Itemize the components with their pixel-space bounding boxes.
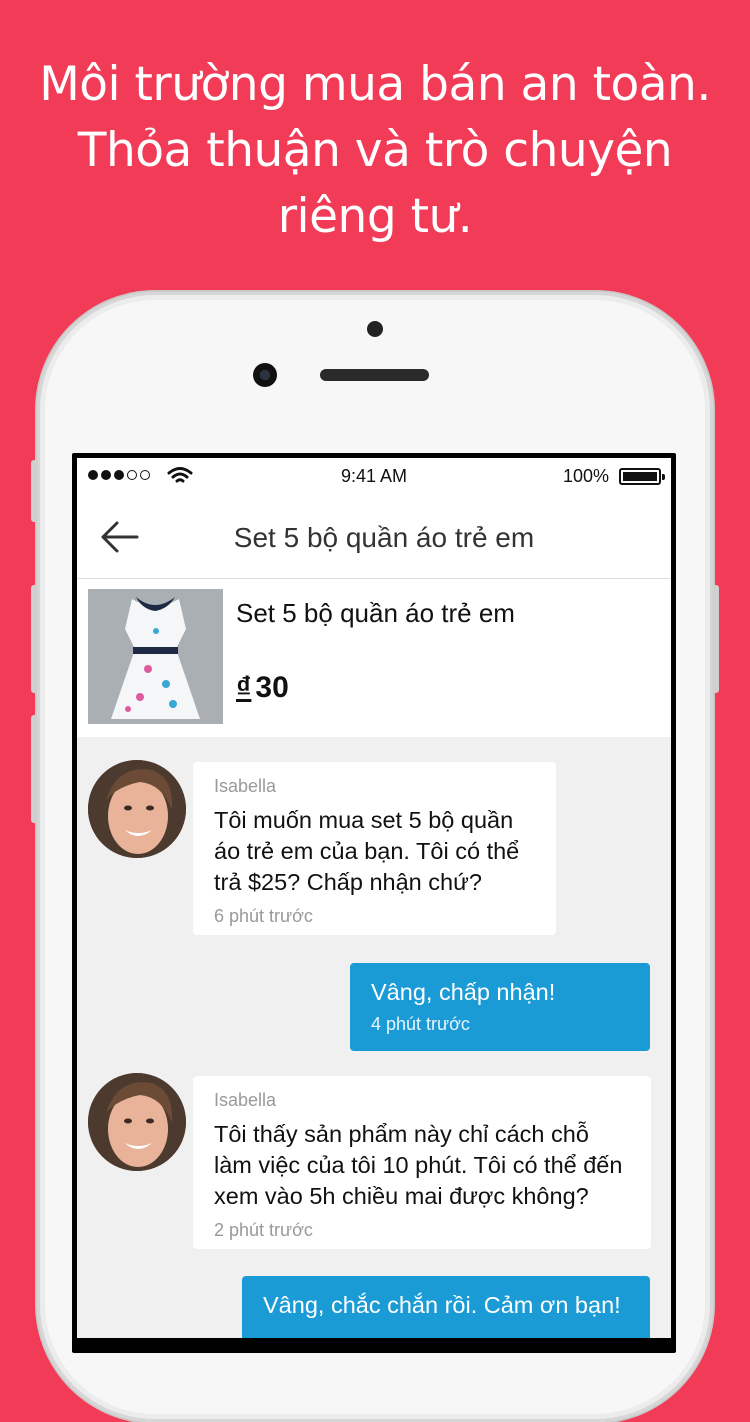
earpiece-speaker [320,369,429,381]
phone-volume-up [31,585,38,693]
headline-line-2: Thỏa thuận và trò chuyện [77,123,673,178]
phone-side-button [31,460,38,522]
outgoing-message: Vâng, chấp nhận! 4 phút trước [350,963,650,1051]
phone-power-button [712,585,719,693]
headline-line-3: riêng tư. [277,189,473,244]
message-sender: Isabella [214,1090,277,1110]
battery-icon [619,468,665,485]
product-card[interactable]: Set 5 bộ quần áo trẻ em ₫ 30 [77,579,671,737]
product-price: ₫ 30 [236,671,289,705]
message-text: Tôi thấy sản phẩm này chỉ cách chỗ làm v… [214,1121,623,1209]
message-time: 2 phút trước [214,1220,313,1240]
front-camera [253,363,277,387]
battery-percentage: 100% [562,466,609,486]
headline-line-1: Môi trường mua bán an toàn. [39,57,711,112]
phone-volume-down [31,715,38,823]
message-sender: Isabella [214,776,277,796]
incoming-message: Isabella Tôi muốn mua set 5 bộ quần áo t… [193,762,556,935]
status-bar: 9:41 AM 100% [77,458,671,494]
message-text: Vâng, chấp nhận! [371,979,556,1005]
page-title: Set 5 bộ quần áo trẻ em [233,522,535,553]
headline: Môi trường mua bán an toàn. Thỏa thuận v… [0,52,750,250]
avatar[interactable] [88,1073,186,1171]
product-image[interactable] [88,589,223,724]
navigation-bar: Set 5 bộ quần áo trẻ em [77,494,671,579]
app-screen: 9:41 AM 100% Set 5 bộ quần áo trẻ em Set… [77,458,671,1338]
product-name: Set 5 bộ quần áo trẻ em [236,598,515,628]
message-text: Vâng, chắc chắn rồi. Cảm ơn bạn! [263,1292,621,1318]
message-time: 4 phút trước [371,1014,470,1034]
outgoing-message: Vâng, chắc chắn rồi. Cảm ơn bạn! [242,1276,650,1338]
avatar[interactable] [88,760,186,858]
message-text: Tôi muốn mua set 5 bộ quần áo trẻ em của… [214,807,520,895]
price-value: 30 [255,671,289,704]
currency-symbol: ₫ [236,671,252,704]
message-time: 6 phút trước [214,906,313,926]
proximity-sensor [367,321,383,337]
incoming-message: Isabella Tôi thấy sản phẩm này chỉ cách … [193,1076,651,1249]
